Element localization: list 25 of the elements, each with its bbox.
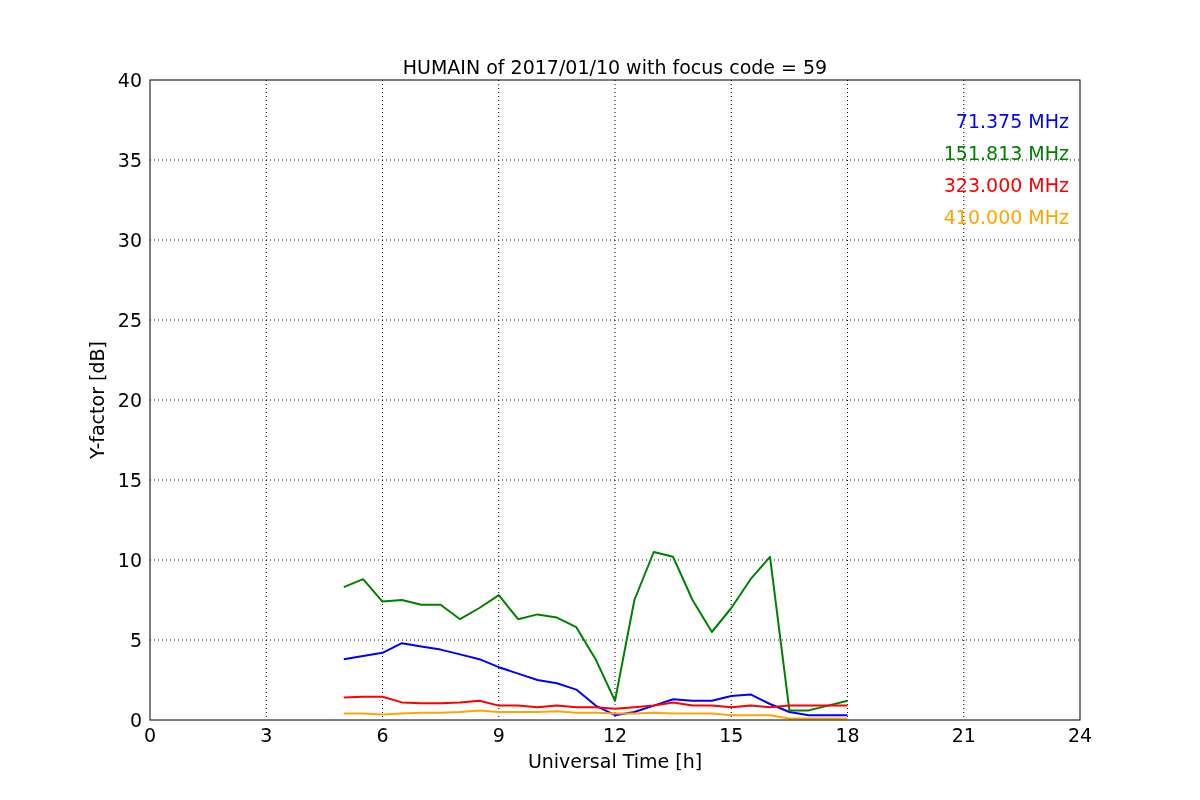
y-tick-label: 10 (117, 549, 142, 571)
x-tick-label: 15 (719, 724, 744, 746)
y-tick-label: 30 (117, 229, 142, 251)
legend-label: 410.000 MHz (943, 206, 1069, 228)
y-tick-label: 25 (117, 309, 142, 331)
x-tick-label: 0 (143, 724, 157, 746)
y-tick-label: 20 (117, 389, 142, 411)
x-tick-label: 9 (492, 724, 505, 746)
legend-label: 151.813 MHz (943, 142, 1069, 164)
x-tick-label: 24 (1067, 724, 1093, 746)
legend-label: 71.375 MHz (955, 110, 1069, 132)
chart-title: HUMAIN of 2017/01/10 with focus code = 59 (402, 56, 828, 78)
legend-label: 323.000 MHz (943, 174, 1069, 196)
y-tick-label: 5 (129, 629, 142, 651)
y-tick-label: 40 (117, 69, 142, 91)
x-tick-label: 6 (376, 724, 389, 746)
x-tick-label: 21 (951, 724, 976, 746)
y-tick-label: 35 (117, 149, 142, 171)
y-tick-label: 0 (129, 709, 142, 731)
x-tick-label: 12 (602, 724, 628, 746)
y-axis-label: Y-factor [dB] (86, 341, 108, 459)
x-axis-label: Universal Time [h] (527, 750, 703, 772)
x-tick-label: 18 (835, 724, 860, 746)
x-tick-label: 3 (260, 724, 273, 746)
y-tick-label: 15 (117, 469, 142, 491)
